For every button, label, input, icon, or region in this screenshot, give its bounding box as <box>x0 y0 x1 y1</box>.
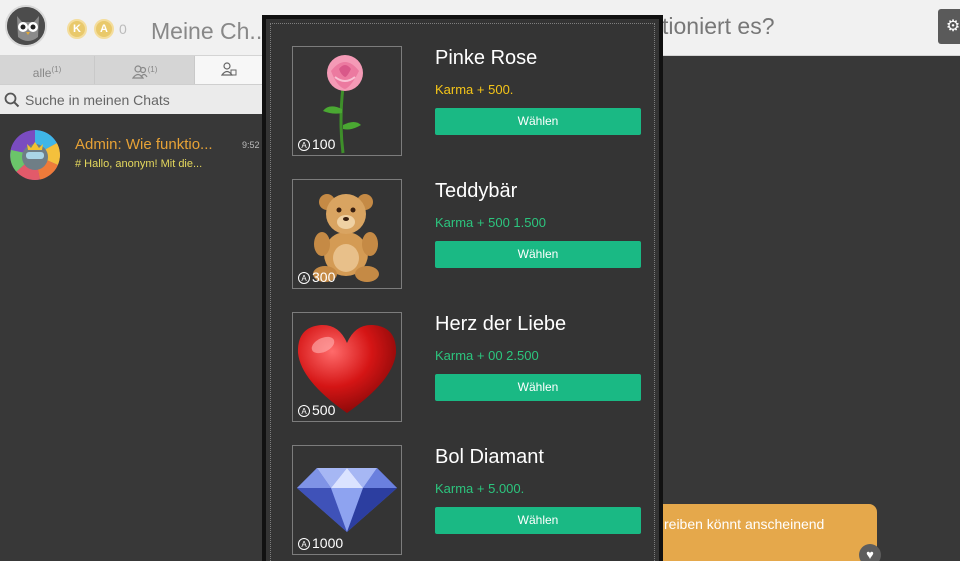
tab-label: alle <box>32 66 52 80</box>
gift-item: A 100 Pinke Rose Karma + 500. Wählen <box>271 24 654 157</box>
search-icon <box>4 92 20 108</box>
heart-icon[interactable]: ♥ <box>859 544 881 561</box>
message-bubble <box>650 504 877 561</box>
gift-item: A 1000 Bol Diamant Karma + 5.000. Wählen <box>271 423 654 556</box>
choose-gift-button[interactable]: Wählen <box>435 241 641 268</box>
gift-karma: Karma + 00 2.500 <box>435 348 539 363</box>
gift-name: Herz der Liebe <box>435 313 567 335</box>
a-coin-icon: A <box>298 139 310 151</box>
gift-item: A 500 Herz der Liebe Karma + 00 2.500 Wäh… <box>271 290 654 423</box>
gift-name: Bol Diamant <box>435 446 544 468</box>
chat-time: 9:52 <box>242 140 260 150</box>
robot-avatar-icon <box>10 130 60 180</box>
choose-gift-button[interactable]: Wählen <box>435 108 641 135</box>
chat-tabs: alle(1) (1) <box>0 56 263 84</box>
tab-private[interactable] <box>195 56 263 84</box>
search-input[interactable]: Suche in meinen Chats <box>25 92 170 108</box>
gift-karma: Karma + 500. <box>435 82 514 97</box>
gift-thumbnail[interactable]: A 500 <box>292 312 402 422</box>
a-coin-icon: A <box>298 272 310 284</box>
owl-avatar-icon <box>7 7 45 45</box>
gift-price: A 1000 <box>298 535 343 551</box>
chat-search[interactable]: Suche in meinen Chats <box>0 84 263 114</box>
a-coin-icon: A <box>94 19 114 39</box>
user-lock-icon <box>220 62 237 76</box>
gift-karma: Karma + 5.000. <box>435 481 525 496</box>
group-icon <box>131 65 148 79</box>
page-title: Meine Ch.. <box>151 18 263 44</box>
gift-thumbnail[interactable]: A 100 <box>292 46 402 156</box>
chat-title: tioniert es? <box>662 13 775 39</box>
chat-preview: # Hallo, anonym! Mit die... <box>75 158 203 170</box>
gift-karma: Karma + 500 1.500 <box>435 215 546 230</box>
tab-all[interactable]: alle(1) <box>0 56 95 84</box>
choose-gift-button[interactable]: Wählen <box>435 507 641 534</box>
message-text: reiben könnt anscheinend <box>664 516 825 532</box>
tab-count: (1) <box>147 65 158 74</box>
gift-thumbnail[interactable]: A 1000 <box>292 445 402 555</box>
tab-groups[interactable]: (1) <box>95 56 195 84</box>
karma-coin-icon: K <box>67 19 87 39</box>
choose-gift-button[interactable]: Wählen <box>435 374 641 401</box>
a-coin-icon: A <box>298 538 310 550</box>
user-avatar[interactable] <box>5 5 47 47</box>
admin-avatar <box>10 130 60 180</box>
coin-count: 0 <box>119 21 127 37</box>
gift-list: A 100 Pinke Rose Karma + 500. Wählen A 3… <box>270 23 655 561</box>
a-coin-icon: A <box>298 405 310 417</box>
gift-price: A 100 <box>298 136 335 152</box>
settings-button[interactable]: ⚙ <box>938 9 960 44</box>
gift-name: Teddybär <box>435 180 518 202</box>
tab-count: (1) <box>51 65 62 74</box>
gift-price: A 500 <box>298 402 335 418</box>
chat-list: Admin: Wie funktio... 9:52 # Hallo, anon… <box>0 115 263 561</box>
gift-modal: A 100 Pinke Rose Karma + 500. Wählen A 3… <box>262 15 663 561</box>
gear-icon: ⚙ <box>945 18 960 35</box>
gift-price: A 300 <box>298 269 335 285</box>
gift-name: Pinke Rose <box>435 47 538 69</box>
chat-name: Admin: Wie funktio... <box>75 136 213 153</box>
gift-item: A 300 Teddybär Karma + 500 1.500 Wählen <box>271 157 654 290</box>
gift-thumbnail[interactable]: A 300 <box>292 179 402 289</box>
